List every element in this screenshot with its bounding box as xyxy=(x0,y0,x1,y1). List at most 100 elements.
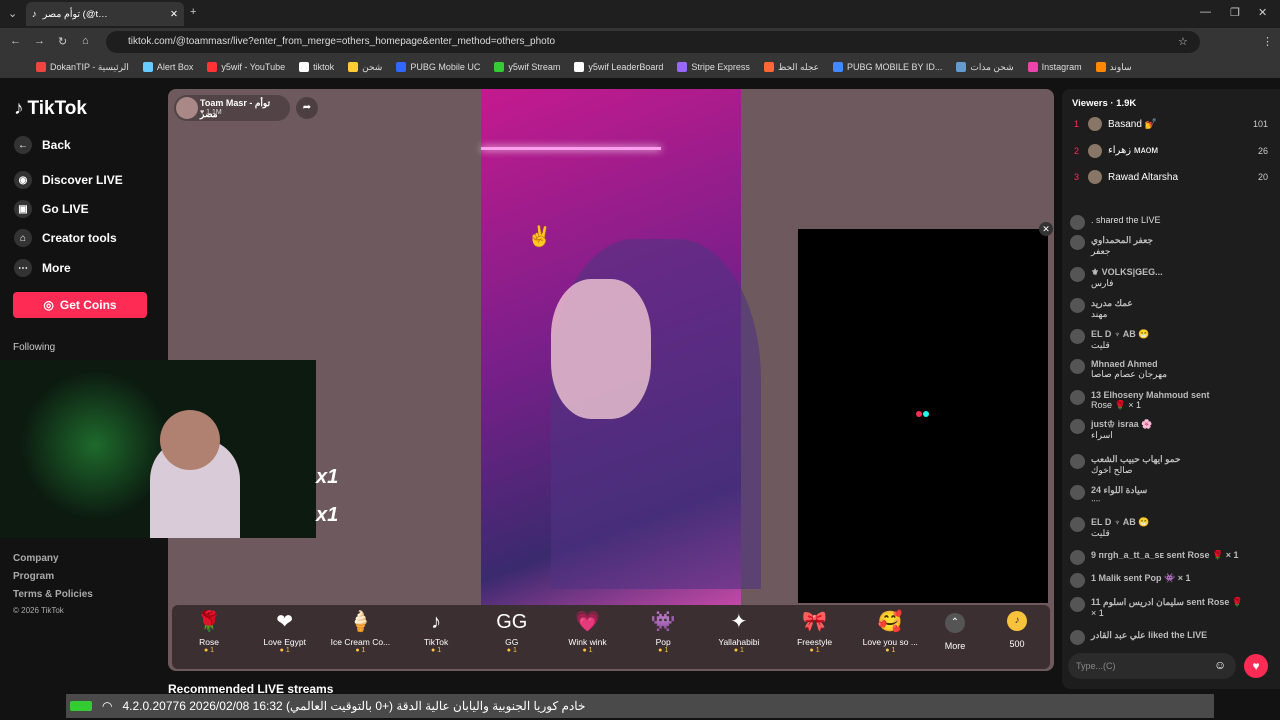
avatar[interactable] xyxy=(1070,359,1085,374)
gift-item[interactable]: 🎀 Freestyle ● 1 xyxy=(780,611,850,654)
bookmark-item[interactable]: شحن مدات xyxy=(956,62,1014,73)
chat-username[interactable]: جعفر المحمداوي xyxy=(1091,235,1153,245)
bookmark-star-icon[interactable]: ☆ xyxy=(1178,35,1188,48)
chat-username[interactable]: ⚜ VOLKS|ǤEG... xyxy=(1091,267,1163,277)
bookmark-item[interactable]: y5wif Stream xyxy=(494,62,560,72)
tiktok-logo[interactable]: ♪ TikTok xyxy=(14,98,87,120)
gift-icon: 👾 xyxy=(650,611,676,633)
viewer-score: 26 xyxy=(1257,145,1268,156)
terms-link[interactable]: Terms & Policies xyxy=(13,589,93,600)
gift-item[interactable]: 💗 Wink wink ● 1 xyxy=(553,611,623,654)
avatar[interactable] xyxy=(1070,329,1085,344)
viewer-rank: 3 xyxy=(1074,172,1080,182)
gift-name: Love Egypt xyxy=(263,637,306,647)
gift-item[interactable]: GG GG ● 1 xyxy=(477,611,547,654)
chat-username[interactable]: 24 سيادة اللواء xyxy=(1091,485,1147,495)
avatar[interactable] xyxy=(1070,215,1085,230)
bookmark-item[interactable]: Stripe Express xyxy=(677,62,750,72)
chat-username[interactable]: EL D ♆ AB 😁 xyxy=(1091,517,1149,527)
nav-creator-tools[interactable]: ⌂ Creator tools xyxy=(14,229,117,247)
bookmark-item[interactable]: y5wif - YouTube xyxy=(207,62,285,72)
nav-discover-live[interactable]: ◉ Discover LIVE xyxy=(14,171,123,189)
restore-icon[interactable]: ❐ xyxy=(1230,6,1240,19)
avatar[interactable] xyxy=(1070,454,1085,469)
menu-icon[interactable]: ⋮ xyxy=(1262,35,1273,48)
bookmark-item[interactable]: Alert Box xyxy=(142,62,193,72)
chat-username[interactable]: 1 Malik sent Pop 👾 × 1 xyxy=(1091,573,1191,583)
chat-username[interactable]: حمو ايهاب حبيب الشعب xyxy=(1091,454,1181,464)
avatar[interactable] xyxy=(1070,550,1085,565)
wifi-icon: ◠ xyxy=(102,699,113,713)
gift-item[interactable]: 👾 Pop ● 1 xyxy=(628,611,698,654)
chat-text: مهند xyxy=(1091,309,1108,319)
avatar[interactable] xyxy=(1070,630,1085,645)
close-overlay-icon[interactable]: ✕ xyxy=(1039,222,1053,236)
bookmark-item[interactable]: Instagram xyxy=(1027,62,1082,72)
nav-more[interactable]: ⋯ More xyxy=(14,259,71,277)
avatar[interactable] xyxy=(1070,235,1085,250)
bookmark-item[interactable]: tiktok xyxy=(299,62,334,72)
bookmark-item[interactable]: ساوند xyxy=(1095,62,1132,73)
close-tab-icon[interactable]: ✕ xyxy=(170,9,178,20)
chat-username[interactable]: just♔ israa 🌸 xyxy=(1091,419,1152,429)
avatar[interactable] xyxy=(1070,517,1085,532)
home-icon[interactable]: ⌂ xyxy=(82,35,89,47)
gift-item[interactable]: ❤ Love Egypt ● 1 xyxy=(250,611,320,654)
chat-username[interactable]: EL D ♆ AB 😁 xyxy=(1091,329,1149,339)
gift-more-button[interactable]: ⌃ More xyxy=(920,613,990,651)
chat-username[interactable]: 9 ᴨrgh_a_tt_a_sᴇ sent Rose 🌹 × 1 xyxy=(1091,550,1238,560)
program-link[interactable]: Program xyxy=(13,571,54,582)
top-viewer-row[interactable]: 1 Basand 💅 101 xyxy=(1074,117,1268,131)
live-video[interactable]: ✌ xyxy=(481,89,761,609)
gift-item[interactable]: 🥰 Love you so ... ● 1 xyxy=(855,611,925,654)
bookmark-item[interactable]: PUBG MOBILE BY ID... xyxy=(833,62,942,72)
get-coins-button[interactable]: ◎ Get Coins xyxy=(13,292,147,318)
heart-like-icon[interactable]: ♥ xyxy=(1244,654,1268,678)
coin-balance[interactable]: ♪ 500 xyxy=(982,611,1052,649)
chat-input[interactable]: Type...(C) xyxy=(1068,653,1236,679)
avatar[interactable] xyxy=(1070,485,1085,500)
bookmark-item[interactable]: y5wif LeaderBoard xyxy=(574,62,663,72)
viewers-count[interactable]: Viewers · 1.9K xyxy=(1072,98,1136,109)
emoji-icon[interactable]: ☺ xyxy=(1214,658,1226,672)
gift-item[interactable]: 🍦 Ice Cream Co... ● 1 xyxy=(325,611,395,654)
back-label: Back xyxy=(42,138,71,152)
bookmark-label: شحن xyxy=(362,61,383,72)
browser-tab[interactable]: ♪ توأم مصر (@t… ✕ xyxy=(26,2,184,26)
avatar[interactable] xyxy=(1070,573,1085,588)
back-link[interactable]: ← Back xyxy=(14,136,71,154)
bookmark-item[interactable]: عجله الحظ xyxy=(763,62,819,73)
avatar[interactable] xyxy=(1070,390,1085,405)
top-viewer-row[interactable]: 3 Rawad Altarsha 20 xyxy=(1074,170,1268,184)
avatar[interactable] xyxy=(1070,597,1085,612)
reload-icon[interactable]: ↻ xyxy=(58,35,67,48)
back-icon[interactable]: ← xyxy=(10,35,21,47)
chat-username[interactable]: Mhnaed Ahmed xyxy=(1091,359,1158,369)
tab-search-icon[interactable]: ⌄ xyxy=(8,7,17,20)
host-card[interactable]: Toam Masr - توأم مصر ♥ 1.1M xyxy=(174,95,290,121)
gift-item[interactable]: ♪ TikTok ● 1 xyxy=(401,611,471,654)
address-bar[interactable]: tiktok.com/@toammasr/live?enter_from_mer… xyxy=(106,31,1200,53)
avatar[interactable] xyxy=(1070,419,1085,434)
avatar[interactable] xyxy=(1070,267,1085,282)
chat-username[interactable]: علي عبد القادر liked the LIVE xyxy=(1091,630,1207,640)
gift-item[interactable]: ✦ Yallahabibi ● 1 xyxy=(704,611,774,654)
gift-price: ● 1 xyxy=(885,647,896,654)
bookmark-item[interactable]: PUBG Mobile UC xyxy=(396,62,480,72)
gift-name: Freestyle xyxy=(797,637,833,647)
new-tab-icon[interactable]: + xyxy=(190,6,196,18)
top-viewer-row[interactable]: 2 زهراء ᴍᴀᴏᴍ 26 xyxy=(1074,143,1268,158)
chat-username[interactable]: 13 Elhoseny Mahmoud sent xyxy=(1091,390,1210,400)
forward-icon[interactable]: → xyxy=(34,35,45,47)
bookmark-item[interactable]: شحن xyxy=(348,62,382,73)
chat-username[interactable]: 11 سليمان ادريس اسلوم sent Rose 🌹 xyxy=(1091,597,1243,607)
bookmark-item[interactable]: DokanTIP - الرئيسية xyxy=(36,62,129,73)
share-icon[interactable]: ➦ xyxy=(296,97,318,119)
avatar[interactable] xyxy=(1070,298,1085,313)
close-window-icon[interactable]: ✕ xyxy=(1258,6,1267,19)
minimize-icon[interactable]: — xyxy=(1200,6,1211,18)
gift-item[interactable]: 🌹 Rose ● 1 xyxy=(174,611,244,654)
company-link[interactable]: Company xyxy=(13,553,59,564)
nav-go-live[interactable]: ▣ Go LIVE xyxy=(14,200,89,218)
chat-username[interactable]: عمك مدريد xyxy=(1091,298,1133,308)
